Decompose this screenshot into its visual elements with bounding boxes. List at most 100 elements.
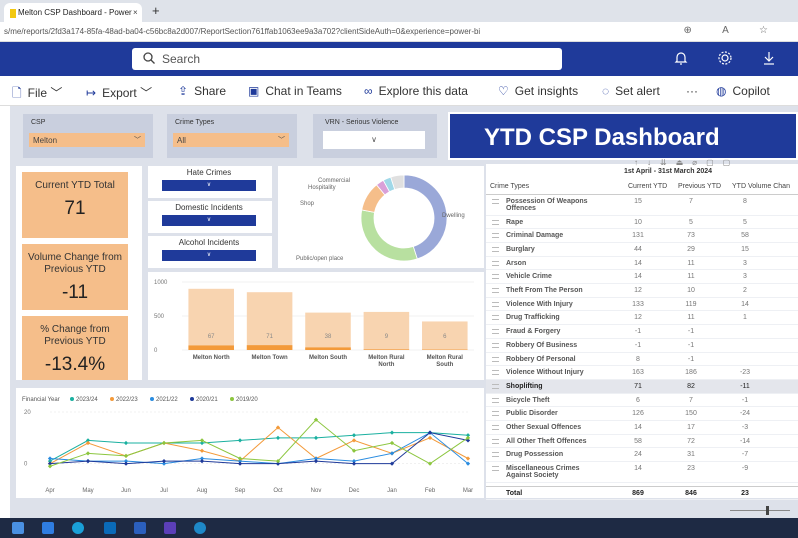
series-point[interactable]	[47, 464, 53, 469]
table-row[interactable]: Rape 10 5 5	[486, 216, 798, 230]
more-options-button[interactable]: ···	[686, 84, 698, 98]
slicer-dropdown[interactable]: ∨	[162, 250, 256, 261]
bar-background[interactable]	[363, 311, 410, 350]
table-row[interactable]: Violence Without Injury 163 186 -23	[486, 366, 798, 380]
series-point[interactable]	[275, 435, 281, 440]
table-row[interactable]: Fraud & Forgery -1 -1	[486, 325, 798, 339]
bar-highlight[interactable]	[188, 345, 234, 350]
export-menu[interactable]: ↦ Export ﹀	[86, 84, 152, 101]
table-row[interactable]: Other Sexual Offences 14 17 -3	[486, 421, 798, 435]
slicer-dropdown[interactable]: Melton ﹀	[29, 133, 145, 147]
get-insights-button[interactable]: ♡ Get insights	[498, 84, 578, 98]
series-point[interactable]	[85, 458, 91, 464]
set-alert-button[interactable]: ◌ Set alert	[602, 84, 660, 98]
slicer-dropdown[interactable]: All ﹀	[173, 133, 289, 147]
legend-marker[interactable]	[230, 397, 234, 401]
bar-highlight[interactable]	[246, 345, 293, 350]
legend-marker[interactable]	[190, 397, 194, 401]
table-row[interactable]: All Other Theft Offences 58 72 -14	[486, 435, 798, 449]
table-row[interactable]: Arson 14 11 3	[486, 257, 798, 271]
column-header[interactable]: YTD Volume Chan	[732, 183, 790, 190]
series-point[interactable]	[237, 438, 243, 443]
slicer-dropdown[interactable]: ∨	[162, 180, 256, 191]
series-point[interactable]	[199, 438, 205, 443]
word-icon[interactable]	[134, 522, 146, 534]
alcohol-incidents-slicer[interactable]: Alcohol Incidents ∨	[148, 236, 272, 268]
onenote-icon[interactable]	[164, 522, 176, 534]
legend-label[interactable]: 2020/21	[196, 397, 218, 403]
table-row[interactable]: Drug Possession 24 31 -7	[486, 448, 798, 463]
explore-data-button[interactable]: ∞ Explore this data	[364, 84, 468, 98]
series-point[interactable]	[351, 438, 357, 443]
table-row[interactable]: Drug Trafficking 12 11 1	[486, 311, 798, 326]
table-row[interactable]: Burglary 44 29 15	[486, 243, 798, 257]
column-header[interactable]: Current YTD	[628, 183, 667, 190]
app-icon[interactable]	[42, 522, 54, 534]
line-chart-panel[interactable]: Financial Year 2023/24 2022/23 2021/22 2020/…	[16, 388, 484, 498]
legend-label[interactable]: 2021/22	[156, 397, 178, 403]
series-point[interactable]	[313, 458, 319, 464]
file-menu[interactable]: 🗋 File ﹀	[12, 84, 62, 105]
legend-marker[interactable]	[150, 397, 154, 401]
series-point[interactable]	[85, 451, 91, 456]
browser-tab[interactable]: Melton CSP Dashboard - Power ×	[4, 3, 142, 22]
table-row[interactable]: Miscellaneous Crimes Against Society 14 23 -…	[486, 462, 798, 483]
location-donut-chart[interactable]: Commercial Hospitality Shop Dwelling Pub…	[278, 166, 484, 268]
bar-highlight[interactable]	[363, 349, 410, 350]
bar-background[interactable]	[305, 312, 351, 350]
url-text[interactable]: s/me/reports/2fd3a174-85fa-48ad-ba04-c56…	[4, 27, 480, 36]
series-point[interactable]	[199, 448, 205, 453]
series-point[interactable]	[123, 440, 129, 446]
donut-slice-dwelling[interactable]	[403, 174, 448, 260]
table-row[interactable]: Violence With Injury 133 119 14	[486, 298, 798, 312]
table-row[interactable]: Possession Of Weapons Offences 15 7 8	[486, 195, 798, 216]
series-point[interactable]	[313, 435, 319, 440]
series-point[interactable]	[123, 461, 129, 466]
table-row[interactable]: Theft From The Person 12 10 2	[486, 284, 798, 298]
table-row[interactable]: Vehicle Crime 14 11 3	[486, 270, 798, 285]
table-row[interactable]: Public Disorder 126 150 -24	[486, 407, 798, 422]
series-line[interactable]	[49, 419, 469, 467]
series-point[interactable]	[351, 461, 357, 466]
legend-label[interactable]: 2019/20	[236, 397, 258, 403]
series-point[interactable]	[427, 435, 433, 440]
address-bar[interactable]: s/me/reports/2fd3a174-85fa-48ad-ba04-c56…	[0, 22, 798, 42]
vrn-slicer[interactable]: VRN - Serious Violence ∨	[313, 114, 437, 158]
series-point[interactable]	[389, 430, 395, 435]
table-row[interactable]: Shoplifting 71 82 -11	[486, 379, 798, 394]
legend-marker[interactable]	[110, 397, 114, 401]
series-point[interactable]	[389, 440, 395, 446]
address-bar-icons[interactable]: ⊕ A ☆	[684, 25, 782, 36]
table-row[interactable]: Robbery Of Personal 8 -1	[486, 353, 798, 367]
column-header[interactable]: Crime Types	[490, 183, 529, 190]
series-point[interactable]	[465, 456, 471, 461]
bar-highlight[interactable]	[305, 347, 351, 350]
series-point[interactable]	[123, 453, 129, 459]
gear-icon[interactable]	[717, 50, 733, 66]
table-row[interactable]: Robbery Of Business -1 -1	[486, 339, 798, 353]
donut-slice-public-open-place[interactable]	[360, 209, 418, 262]
close-icon[interactable]: ×	[133, 8, 138, 17]
search-input[interactable]: Search	[132, 48, 562, 70]
outlook-icon[interactable]	[104, 522, 116, 534]
table-sort-icons[interactable]: ↑↓⇊⏏⌀▢▢	[634, 158, 739, 167]
column-header[interactable]: Previous YTD	[678, 183, 721, 190]
new-tab-button[interactable]: +	[152, 3, 160, 18]
share-button[interactable]: ⇪ Share	[178, 84, 226, 98]
crime-table-panel[interactable]: ↑↓⇊⏏⌀▢▢ 1st April - 31st March 2024 Crim…	[486, 158, 798, 500]
series-point[interactable]	[161, 440, 167, 446]
crime-types-slicer[interactable]: Crime Types All ﹀	[167, 114, 297, 158]
table-row[interactable]: Bicycle Theft 6 7 -1	[486, 394, 798, 408]
bar-background[interactable]	[188, 288, 234, 350]
zoom-slider[interactable]	[730, 506, 790, 515]
edge-icon[interactable]	[194, 522, 206, 534]
download-icon[interactable]	[762, 50, 776, 66]
bar-chart-panel[interactable]: 1000 500 0 67 Melton North 71 Melton Town 38 Mel…	[148, 272, 484, 380]
series-line[interactable]	[49, 432, 469, 462]
bell-icon[interactable]	[674, 50, 688, 66]
series-point[interactable]	[389, 451, 395, 456]
legend-label[interactable]: 2023/24	[76, 397, 98, 403]
browser-icon[interactable]	[72, 522, 84, 534]
series-point[interactable]	[237, 461, 243, 466]
legend-marker[interactable]	[70, 397, 74, 401]
